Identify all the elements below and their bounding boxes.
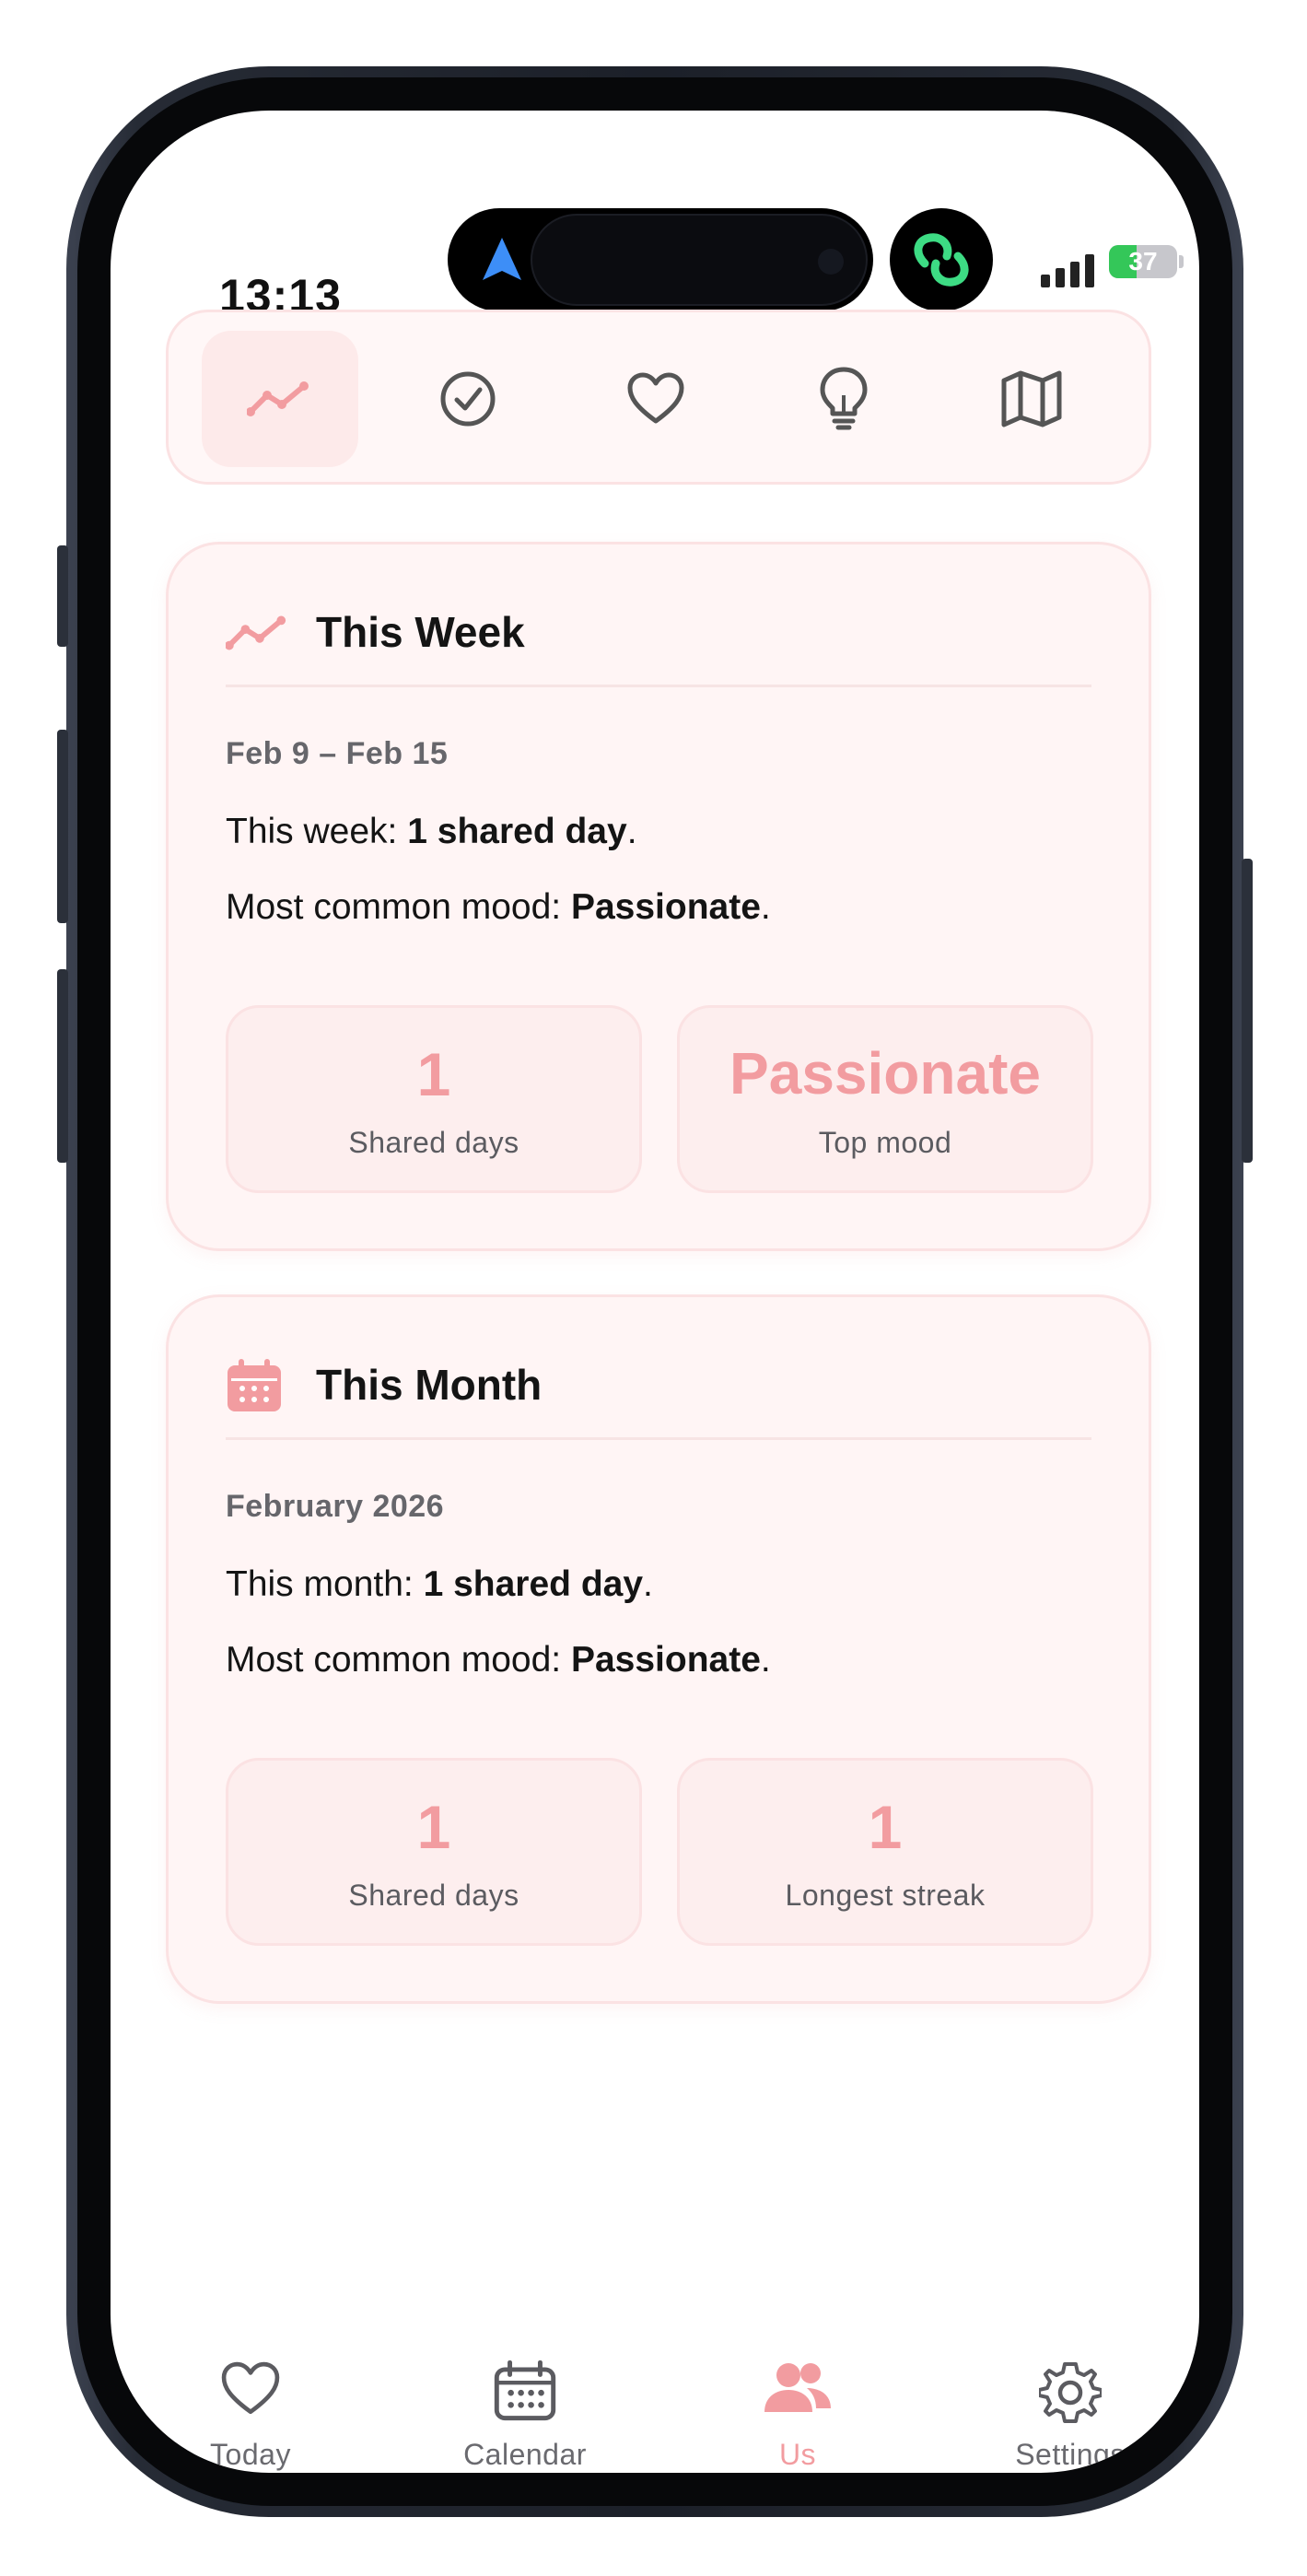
week-card-title: This Week xyxy=(316,608,525,656)
island-pill xyxy=(531,214,868,306)
nav-calendar[interactable]: Calendar xyxy=(414,2360,636,2473)
gear-icon xyxy=(1039,2362,1102,2423)
trend-line-icon xyxy=(247,381,309,416)
month-longest-streak-stat: 1 Longest streak xyxy=(677,1758,1093,1946)
month-card-title: This Month xyxy=(316,1361,543,1409)
nav-label: Calendar xyxy=(463,2438,587,2471)
lightbulb-icon xyxy=(820,367,868,430)
week-summary-suffix: . xyxy=(626,812,637,851)
week-summary: This week: 1 shared day. xyxy=(226,812,637,852)
stat-label: Longest streak xyxy=(785,1879,986,1912)
nav-us[interactable]: Us xyxy=(687,2360,908,2473)
this-month-card: This Month February 2026 This month: 1 s… xyxy=(166,1294,1151,2004)
battery-indicator: 37 xyxy=(1109,245,1177,278)
week-mood-prefix: Most common mood: xyxy=(226,887,571,927)
tab-places[interactable] xyxy=(953,331,1110,467)
linked-app-bubble[interactable] xyxy=(890,208,993,311)
month-mood-suffix: . xyxy=(760,1640,771,1680)
stat-value: 1 xyxy=(868,1793,903,1861)
calendar-icon xyxy=(228,1359,281,1411)
month-summary-prefix: This month: xyxy=(226,1564,424,1604)
stat-label: Shared days xyxy=(348,1126,519,1159)
battery-tip xyxy=(1179,255,1184,268)
week-mood-line: Most common mood: Passionate. xyxy=(226,887,771,928)
month-summary-count: 1 shared day xyxy=(423,1564,644,1604)
week-top-mood-stat: Passionate Top mood xyxy=(677,1005,1093,1193)
section-tab-bar xyxy=(166,310,1151,485)
tab-checkins[interactable] xyxy=(390,331,546,467)
tab-trends[interactable] xyxy=(202,331,358,467)
map-icon xyxy=(1001,370,1062,427)
week-date-range: Feb 9 – Feb 15 xyxy=(226,736,449,771)
link-rings-icon xyxy=(914,233,969,287)
heart-icon xyxy=(221,2361,280,2415)
check-circle-icon xyxy=(440,371,496,427)
this-week-card: This Week Feb 9 – Feb 15 This week: 1 sh… xyxy=(166,542,1151,1251)
nav-label: Us xyxy=(778,2438,817,2471)
volume-up-button xyxy=(57,730,68,923)
navigation-arrow-icon xyxy=(483,238,521,280)
stat-value: Passionate xyxy=(729,1040,1041,1107)
tab-favorites[interactable] xyxy=(578,331,734,467)
month-summary: This month: 1 shared day. xyxy=(226,1564,653,1605)
power-button xyxy=(1242,859,1253,1163)
action-button xyxy=(57,545,68,647)
week-summary-prefix: This week: xyxy=(226,812,408,851)
tab-ideas[interactable] xyxy=(765,331,922,467)
battery-percentage: 37 xyxy=(1128,247,1158,275)
stat-label: Top mood xyxy=(818,1126,952,1159)
stat-value: 1 xyxy=(416,1040,451,1108)
front-camera xyxy=(818,249,844,275)
calendar-icon xyxy=(494,2360,556,2421)
nav-label: Settings xyxy=(1015,2438,1126,2471)
phone-frame: 13:13 37 This Week Feb 9 – Feb 15 This w… xyxy=(57,66,1253,2517)
nav-settings[interactable]: Settings xyxy=(960,2360,1181,2473)
trend-line-icon xyxy=(226,615,286,650)
stat-label: Shared days xyxy=(348,1879,519,1912)
week-summary-count: 1 shared day xyxy=(407,812,627,851)
month-mood-line: Most common mood: Passionate. xyxy=(226,1640,771,1680)
week-mood-suffix: . xyxy=(760,887,771,927)
month-mood-prefix: Most common mood: xyxy=(226,1640,571,1680)
app-screen: 13:13 37 This Week Feb 9 – Feb 15 This w… xyxy=(111,111,1199,2473)
heart-icon xyxy=(627,372,684,424)
week-card-divider xyxy=(226,685,1091,687)
volume-down-button xyxy=(57,969,68,1163)
people-icon xyxy=(764,2363,831,2412)
stat-value: 1 xyxy=(416,1793,451,1861)
dynamic-island xyxy=(448,208,873,311)
month-card-divider xyxy=(226,1437,1091,1440)
month-date-range: February 2026 xyxy=(226,1489,445,1524)
month-summary-suffix: . xyxy=(643,1564,653,1604)
month-shared-days-stat: 1 Shared days xyxy=(226,1758,642,1946)
month-mood-value: Passionate xyxy=(570,1640,761,1680)
nav-label: Today xyxy=(210,2438,291,2471)
week-mood-value: Passionate xyxy=(570,887,761,927)
cellular-signal-icon xyxy=(1041,254,1094,287)
week-shared-days-stat: 1 Shared days xyxy=(226,1005,642,1193)
nav-today[interactable]: Today xyxy=(140,2360,361,2473)
